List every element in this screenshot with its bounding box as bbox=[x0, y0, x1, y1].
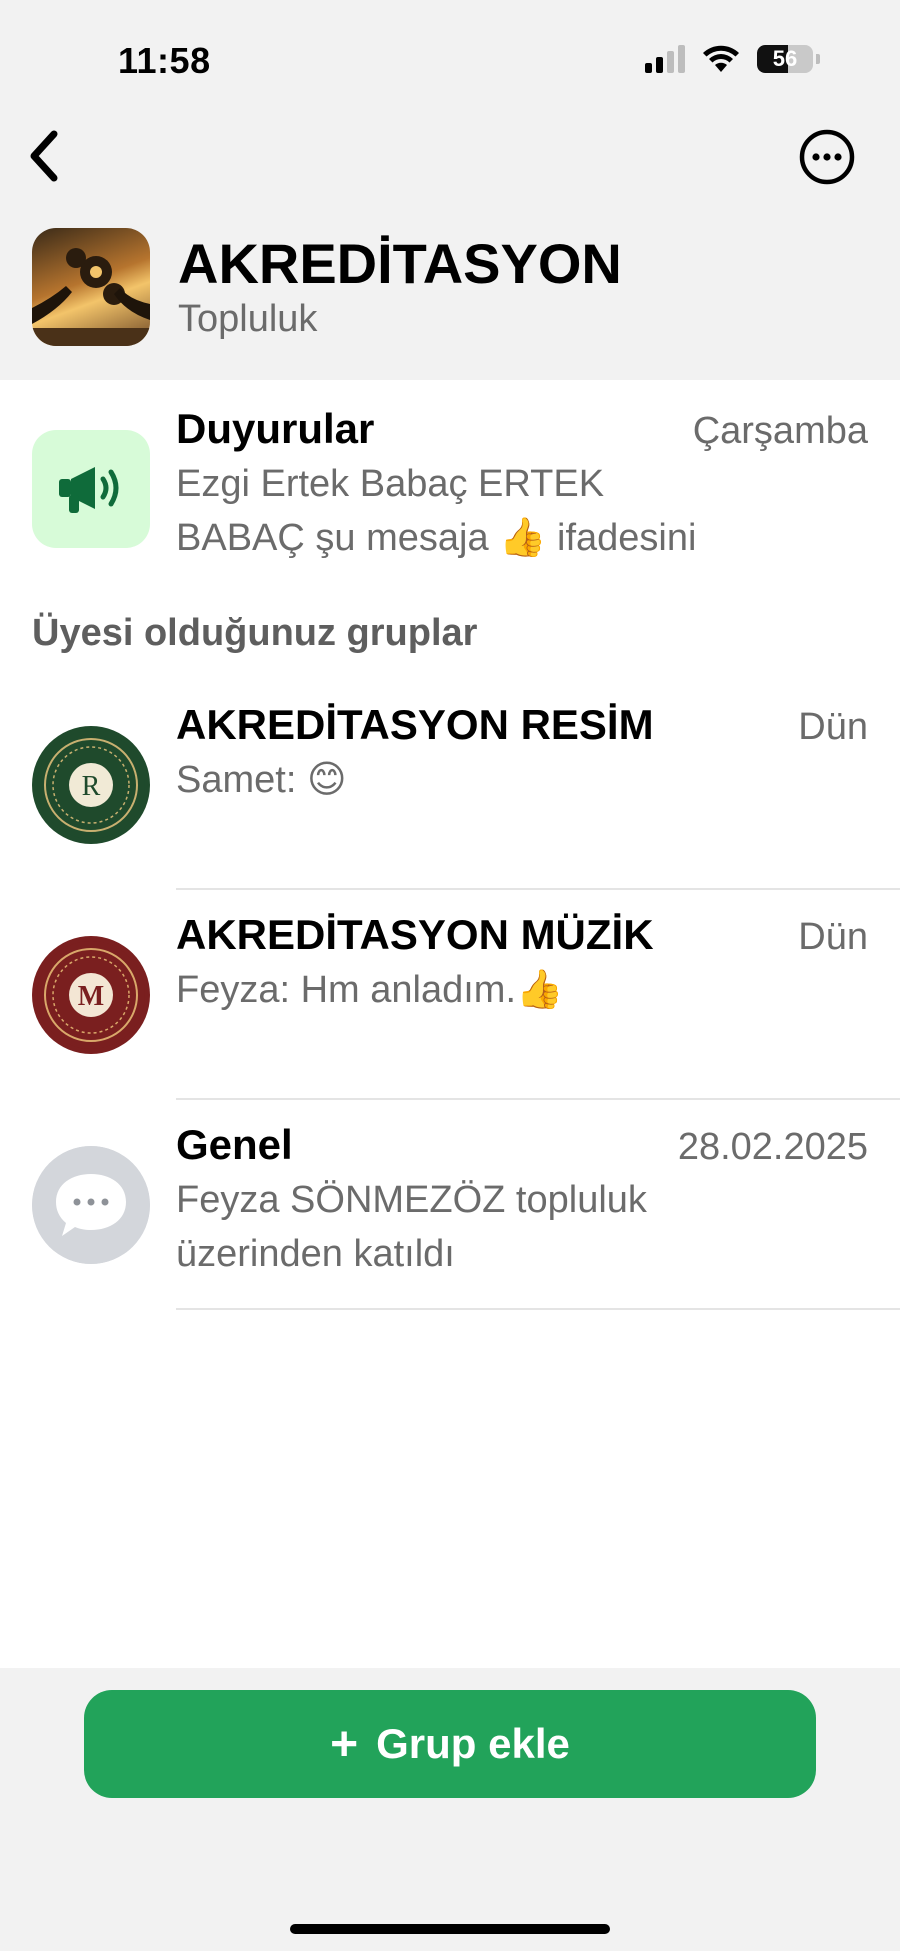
group-preview-genel-line1: Feyza SÖNMEZÖZ topluluk bbox=[176, 1179, 647, 1222]
plus-icon: + bbox=[330, 1717, 359, 1771]
battery-icon: 56 bbox=[757, 45, 813, 73]
group-row-muzik[interactable]: M AKREDİTASYON MÜZİK Dün Feyza: Hm anlad… bbox=[0, 910, 900, 1096]
announcements-avatar bbox=[32, 430, 150, 548]
group-avatar-letter-resim: R bbox=[82, 771, 101, 802]
group-preview-genel-line2: üzerinden katıldı bbox=[176, 1233, 455, 1276]
battery-level: 56 bbox=[772, 46, 798, 71]
status-bar: 11:58 56 bbox=[0, 0, 900, 120]
announcements-preview-line2: BABAÇ şu mesaja 👍 ifadesini bbox=[176, 517, 697, 560]
community-subtitle: Topluluk bbox=[178, 298, 318, 341]
announcements-preview: Ezgi Ertek Babaç ERTEK BABAÇ şu mesaja 👍… bbox=[176, 458, 868, 566]
announcements-time: Çarşamba bbox=[692, 410, 868, 452]
group-preview-muzik: Feyza: Hm anladım.👍 bbox=[176, 969, 564, 1012]
community-title: AKREDİTASYON bbox=[178, 231, 622, 295]
community-title-block: AKREDİTASYON Topluluk bbox=[178, 233, 622, 342]
resim-logo-icon: R bbox=[37, 731, 145, 839]
groups-section-title: Üyesi olduğunuz gruplar bbox=[32, 612, 478, 654]
group-preview-genel: Feyza SÖNMEZÖZ topluluk üzerinden katıld… bbox=[176, 1174, 868, 1282]
group-avatar-letter-muzik: M bbox=[78, 981, 104, 1012]
group-preview-resim: Samet: 😊 bbox=[176, 759, 347, 802]
status-time: 11:58 bbox=[118, 40, 211, 81]
add-group-button[interactable]: + Grup ekle bbox=[84, 1690, 816, 1798]
group-row-genel[interactable]: Genel 28.02.2025 Feyza SÖNMEZÖZ topluluk… bbox=[0, 1120, 900, 1306]
announcements-preview-line1: Ezgi Ertek Babaç ERTEK bbox=[176, 463, 605, 506]
group-texts-resim: AKREDİTASYON RESİM Dün Samet: 😊 bbox=[176, 700, 868, 808]
group-row-resim[interactable]: R AKREDİTASYON RESİM Dün Samet: 😊 bbox=[0, 700, 900, 886]
gears-image-icon bbox=[32, 248, 150, 346]
add-group-label: Grup ekle bbox=[376, 1720, 570, 1767]
group-time-muzik: Dün bbox=[798, 916, 868, 958]
megaphone-icon bbox=[59, 467, 119, 513]
chevron-left-icon bbox=[30, 130, 58, 182]
list-divider bbox=[176, 1308, 900, 1310]
battery-nub bbox=[816, 54, 820, 64]
cellular-signal-icon bbox=[645, 45, 685, 73]
group-avatar-resim: R bbox=[32, 726, 150, 844]
status-icons: 56 bbox=[645, 44, 820, 74]
group-title-muzik: AKREDİTASYON MÜZİK bbox=[176, 911, 654, 958]
group-avatar-muzik: M bbox=[32, 936, 150, 1054]
announcements-texts: Duyurular Çarşamba Ezgi Ertek Babaç ERTE… bbox=[176, 404, 868, 566]
group-texts-muzik: AKREDİTASYON MÜZİK Dün Feyza: Hm anladım… bbox=[176, 910, 868, 1018]
home-indicator[interactable] bbox=[290, 1924, 610, 1934]
group-time-genel: 28.02.2025 bbox=[677, 1126, 868, 1168]
group-title-resim: AKREDİTASYON RESİM bbox=[176, 701, 654, 748]
more-horizontal-icon bbox=[799, 129, 855, 185]
list-divider bbox=[176, 888, 900, 890]
back-button[interactable] bbox=[22, 128, 66, 184]
group-texts-genel: Genel 28.02.2025 Feyza SÖNMEZÖZ topluluk… bbox=[176, 1120, 868, 1282]
announcements-row[interactable]: Duyurular Çarşamba Ezgi Ertek Babaç ERTE… bbox=[0, 404, 900, 584]
community-header: AKREDİTASYON Topluluk bbox=[32, 228, 622, 346]
community-avatar[interactable] bbox=[32, 228, 150, 346]
chat-bubble-icon bbox=[32, 1146, 150, 1264]
group-time-resim: Dün bbox=[798, 706, 868, 748]
muzik-logo-icon: M bbox=[37, 941, 145, 1049]
group-avatar-genel bbox=[32, 1146, 150, 1264]
wifi-icon bbox=[703, 45, 739, 72]
more-options-button[interactable] bbox=[798, 128, 856, 186]
list-divider bbox=[176, 1098, 900, 1100]
